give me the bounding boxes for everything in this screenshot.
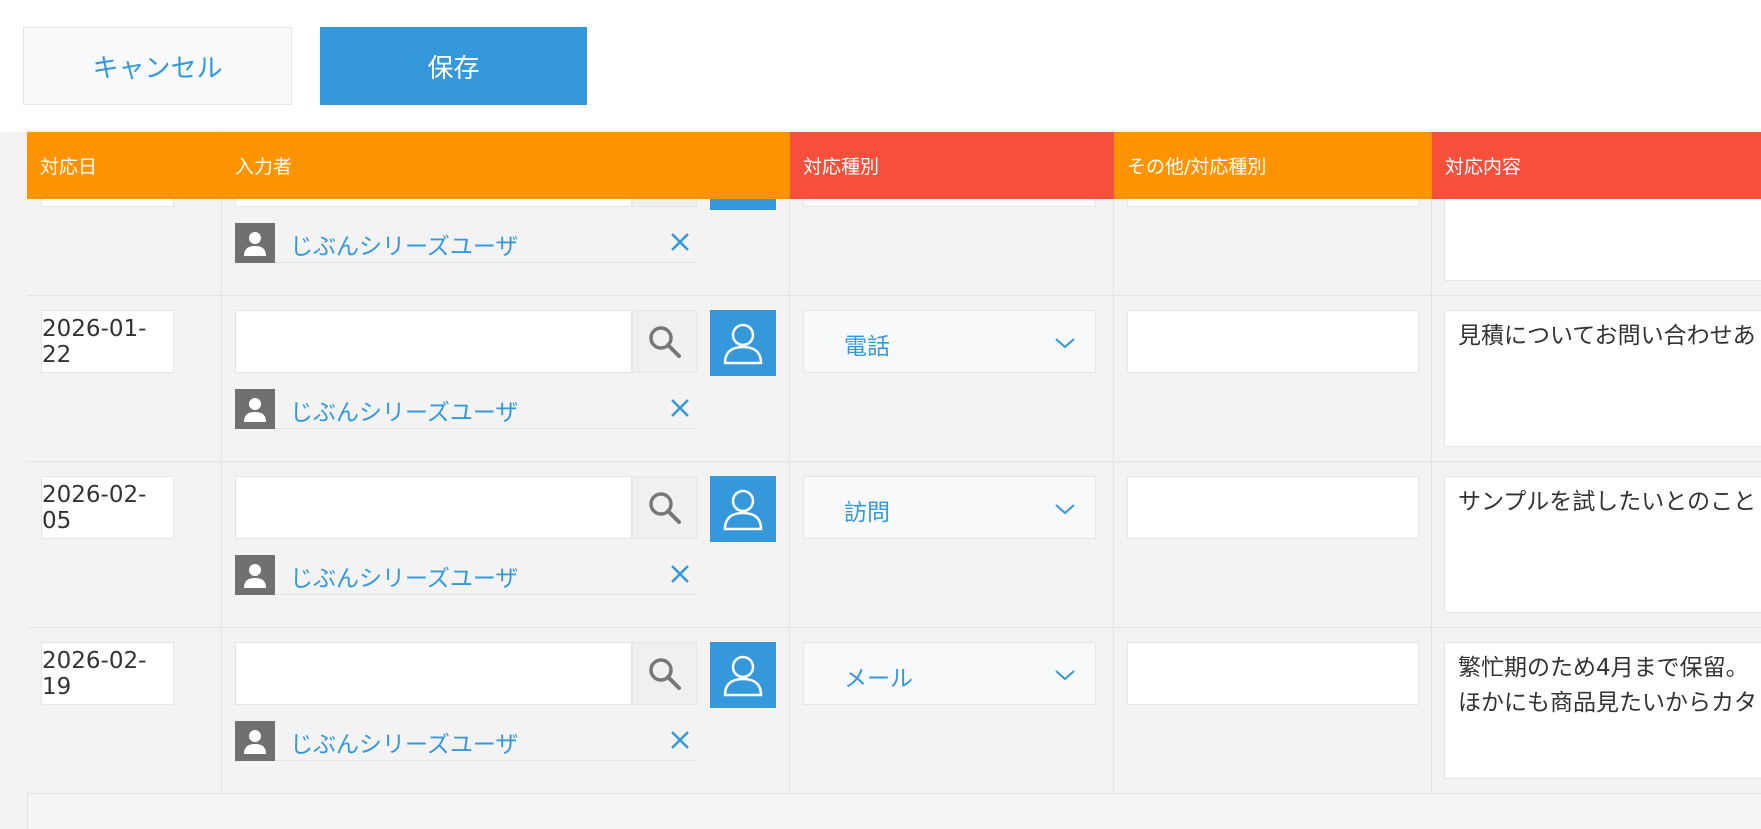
table-row: 2026-02-19 じぶんシリーズユーザ メール 繁忙期のため4月まで保留。 … [27,628,1761,794]
other-type-input[interactable] [1127,310,1419,373]
date-field[interactable]: 2026-02-19 [41,642,174,705]
header-type: 対応種別 [790,132,1114,199]
type-select[interactable]: 訪問 [803,476,1096,539]
table-header: 対応日 入力者 対応種別 その他/対応種別 対応内容 [27,132,1761,199]
header-content: 対応内容 [1432,132,1761,199]
toolbar: キャンセル 保存 [0,0,1761,132]
other-type-input[interactable] [1127,642,1419,705]
search-icon[interactable] [632,642,697,705]
search-icon[interactable] [632,476,697,539]
avatar-icon [235,721,275,761]
selected-user-name[interactable]: じぶんシリーズユーザ [290,725,518,759]
chevron-down-icon [1055,504,1075,515]
table-row: 2026-02-05 じぶんシリーズユーザ 訪問 サンプルを試したいとのこと [27,462,1761,628]
selected-user-name[interactable]: じぶんシリーズユーザ [290,393,518,427]
cancel-button[interactable]: キャンセル [23,27,292,105]
table-body: 2026-01-15 じぶんシリーズユーザ メール メールにてお見積りを送付し [27,130,1761,829]
type-select[interactable]: メール [803,642,1096,705]
avatar-icon [235,555,275,595]
user-icon[interactable] [710,310,776,376]
chevron-down-icon [1055,338,1075,349]
table-row: 2026-01-22 じぶんシリーズユーザ 電話 見積についてお問い合わせあ [27,296,1761,462]
selected-user-chip: じぶんシリーズユーザ [235,555,697,595]
type-select-value: 電話 [844,334,890,360]
user-icon[interactable] [710,476,776,542]
chevron-down-icon [1055,670,1075,681]
avatar-icon [235,389,275,429]
user-icon[interactable] [710,642,776,708]
header-date: 対応日 [27,132,222,199]
content-textarea[interactable]: サンプルを試したいとのこと [1444,476,1761,613]
table-left-gutter [0,132,28,829]
header-entered-by: 入力者 [222,132,790,199]
type-select[interactable]: 電話 [803,310,1096,373]
selected-user-chip: じぶんシリーズユーザ [235,389,697,429]
save-button[interactable]: 保存 [320,27,587,105]
selected-user-name[interactable]: じぶんシリーズユーザ [290,227,518,261]
avatar-icon [235,223,275,263]
close-icon[interactable] [667,561,693,587]
selected-user-chip: じぶんシリーズユーザ [235,223,697,263]
close-icon[interactable] [667,395,693,421]
header-other-type: その他/対応種別 [1114,132,1432,199]
other-type-input[interactable] [1127,476,1419,539]
user-search-input[interactable] [235,476,632,539]
date-field[interactable]: 2026-01-22 [41,310,174,373]
content-textarea[interactable]: 繁忙期のため4月まで保留。 ほかにも商品見たいからカタ [1444,642,1761,779]
content-textarea[interactable]: 見積についてお問い合わせあ [1444,310,1761,447]
user-search-input[interactable] [235,642,632,705]
date-field[interactable]: 2026-02-05 [41,476,174,539]
selected-user-name[interactable]: じぶんシリーズユーザ [290,559,518,593]
type-select-value: メール [844,666,913,692]
search-icon[interactable] [632,310,697,373]
type-select-value: 訪問 [844,500,890,526]
selected-user-chip: じぶんシリーズユーザ [235,721,697,761]
close-icon[interactable] [667,229,693,255]
user-search-input[interactable] [235,310,632,373]
close-icon[interactable] [667,727,693,753]
